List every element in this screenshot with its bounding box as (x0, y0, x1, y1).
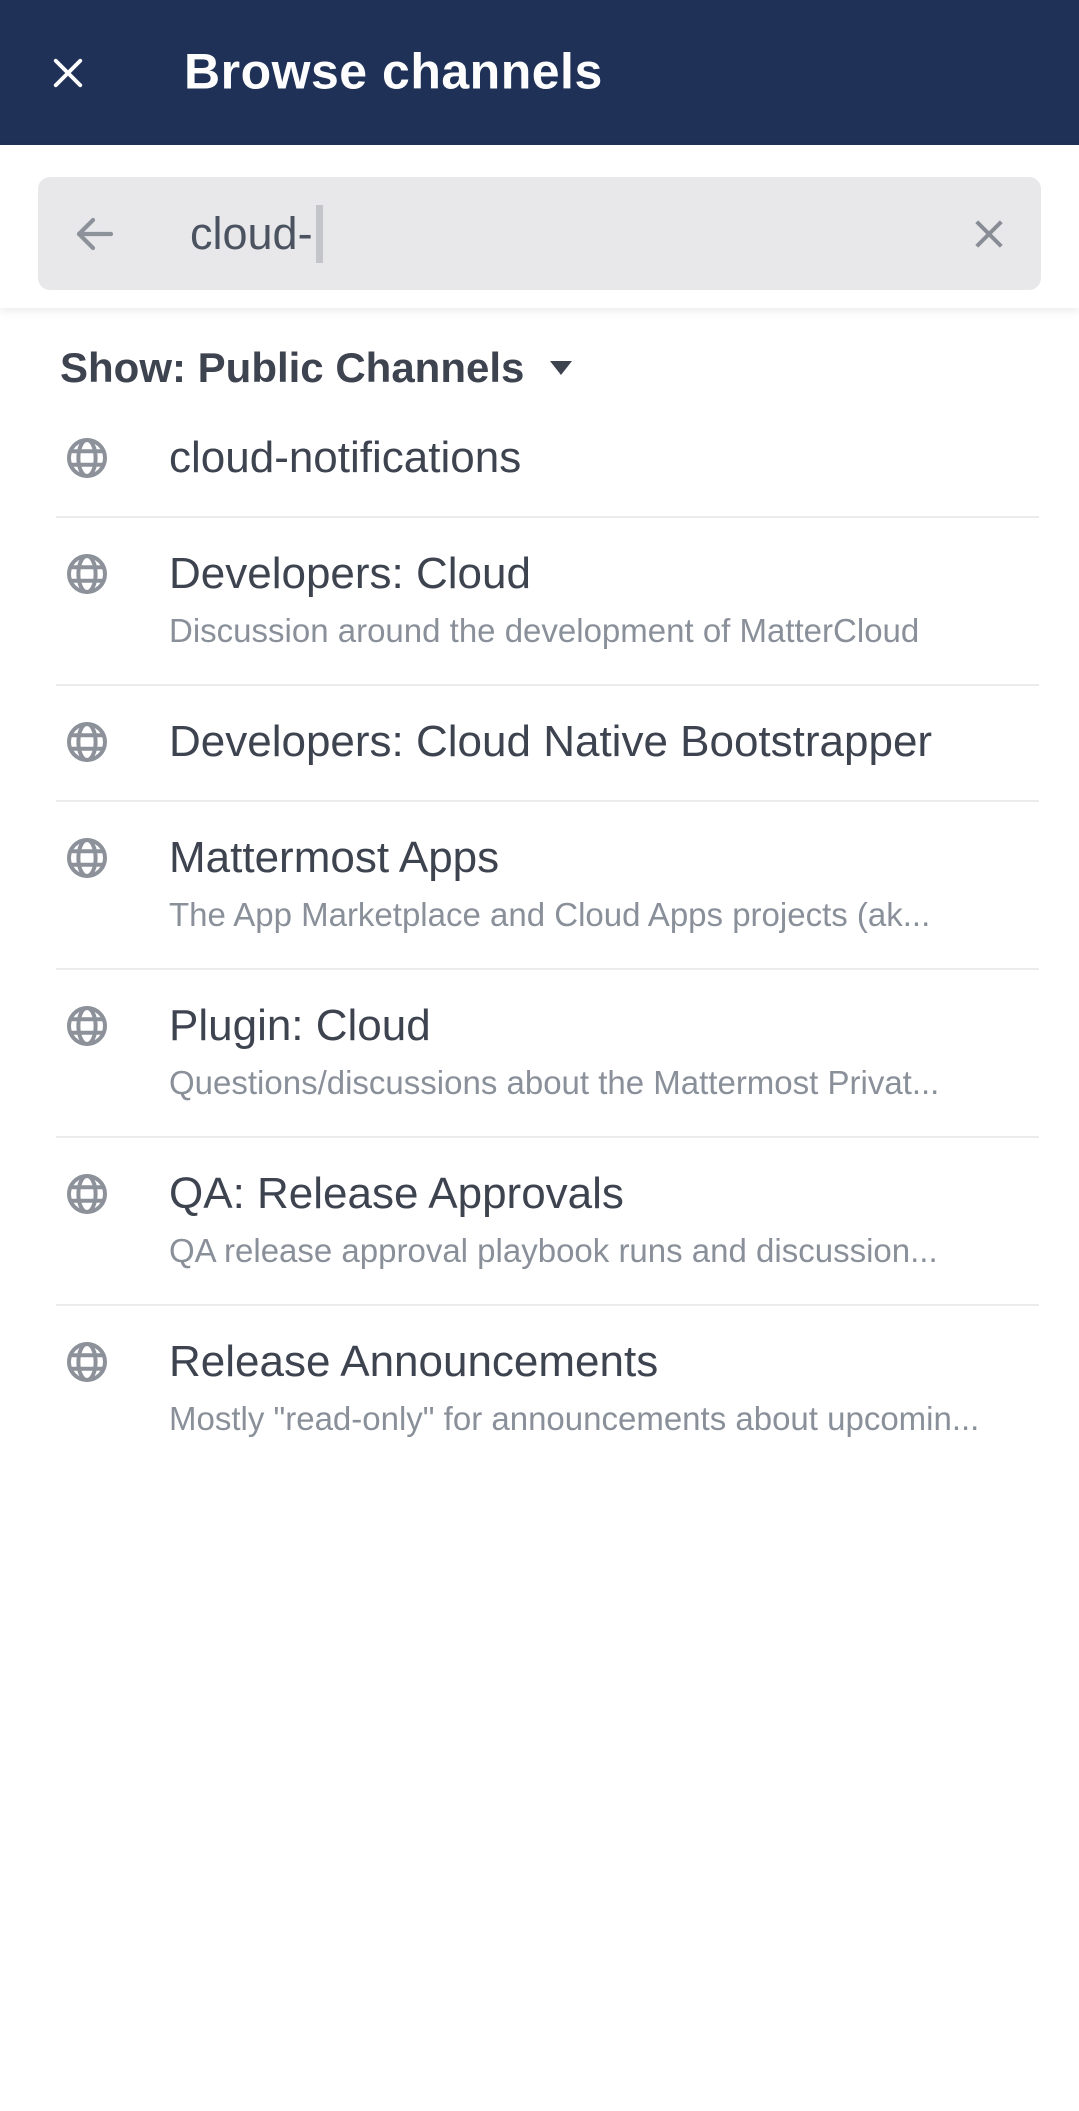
close-icon (969, 214, 1009, 254)
channel-texts: QA: Release Approvals QA release approva… (169, 1166, 1039, 1274)
browse-channels-screen: Browse channels cloud- (0, 0, 1079, 2111)
channel-texts: Developers: Cloud Discussion around the … (169, 546, 1039, 654)
channel-texts: Release Announcements Mostly "read-only"… (169, 1334, 1039, 1442)
channel-list-item[interactable]: cloud-notifications (0, 402, 1079, 516)
clear-search-button[interactable] (967, 212, 1011, 256)
channel-description: Mostly "read-only" for announcements abo… (169, 1396, 1039, 1442)
channel-texts: Developers: Cloud Native Bootstrapper (169, 714, 1039, 770)
channel-list-item[interactable]: Mattermost Apps The App Marketplace and … (0, 802, 1079, 968)
channel-description: The App Marketplace and Cloud Apps proje… (169, 892, 1039, 938)
channel-type-filter[interactable]: Show: Public Channels (60, 338, 572, 398)
channel-list-item[interactable]: Developers: Cloud Native Bootstrapper (0, 686, 1079, 800)
search-input-value: cloud- (190, 208, 313, 260)
channel-list-item[interactable]: Plugin: Cloud Questions/discussions abou… (0, 970, 1079, 1136)
filter-label: Show: Public Channels (60, 344, 524, 392)
channel-name: Developers: Cloud Native Bootstrapper (169, 714, 1039, 770)
caret-down-icon (550, 361, 572, 375)
channel-name: Plugin: Cloud (169, 998, 1039, 1054)
close-button[interactable] (44, 49, 92, 97)
modal-header: Browse channels (0, 0, 1079, 145)
channel-name: Release Announcements (169, 1334, 1039, 1390)
globe-icon (63, 1002, 111, 1050)
channel-name: Mattermost Apps (169, 830, 1039, 886)
globe-icon (63, 1338, 111, 1386)
arrow-left-icon (70, 210, 118, 258)
search-input[interactable]: cloud- (38, 177, 1041, 290)
text-cursor (316, 205, 323, 263)
page-title: Browse channels (184, 42, 603, 100)
channel-description: QA release approval playbook runs and di… (169, 1228, 1039, 1274)
channel-name: Developers: Cloud (169, 546, 1039, 602)
globe-icon (63, 718, 111, 766)
globe-icon (63, 434, 111, 482)
search-section: cloud- (0, 145, 1079, 308)
globe-icon (63, 1170, 111, 1218)
globe-icon (63, 550, 111, 598)
channel-texts: Mattermost Apps The App Marketplace and … (169, 830, 1039, 938)
channel-list-item[interactable]: QA: Release Approvals QA release approva… (0, 1138, 1079, 1304)
channel-list-item[interactable]: Release Announcements Mostly "read-only"… (0, 1306, 1079, 1472)
channel-description: Discussion around the development of Mat… (169, 608, 1039, 654)
channel-list: cloud-notifications Developers: Cloud Di… (0, 402, 1079, 1472)
channel-texts: cloud-notifications (169, 430, 1039, 486)
channel-list-item[interactable]: Developers: Cloud Discussion around the … (0, 518, 1079, 684)
channel-name: cloud-notifications (169, 430, 1039, 486)
channel-texts: Plugin: Cloud Questions/discussions abou… (169, 998, 1039, 1106)
back-button[interactable] (70, 210, 118, 258)
globe-icon (63, 834, 111, 882)
channel-description: Questions/discussions about the Mattermo… (169, 1060, 1039, 1106)
close-icon (47, 52, 89, 94)
channel-name: QA: Release Approvals (169, 1166, 1039, 1222)
